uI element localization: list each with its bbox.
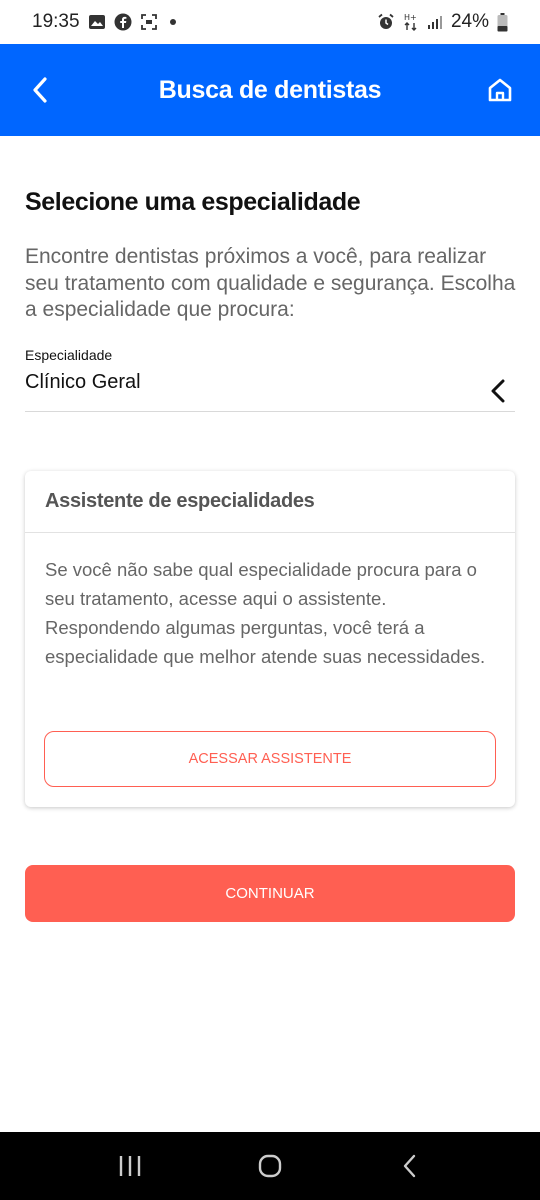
home-nav-button[interactable] <box>250 1146 290 1186</box>
recents-icon <box>119 1156 141 1176</box>
chevron-left-icon <box>33 77 47 103</box>
image-icon <box>88 14 106 30</box>
svg-text:H+: H+ <box>404 13 417 22</box>
intro-text: Encontre dentistas próximos a você, para… <box>25 245 516 321</box>
back-button[interactable] <box>22 72 58 108</box>
assistant-card: Assistente de especialidades Se você não… <box>25 471 515 807</box>
assistant-card-title: Assistente de especialidades <box>45 490 315 512</box>
access-assistant-button[interactable]: ACESSAR ASSISTENTE <box>44 731 496 787</box>
battery-icon <box>497 12 508 32</box>
chevron-left-icon <box>491 379 505 403</box>
facebook-icon <box>114 13 132 31</box>
page-title: Busca de dentistas <box>158 75 382 104</box>
continue-label: CONTINUAR <box>225 885 315 902</box>
continue-button[interactable]: CONTINUAR <box>25 865 515 922</box>
system-nav-bar <box>0 1132 540 1200</box>
section-title: Selecione uma especialidade <box>25 188 361 216</box>
signal-icon <box>427 14 443 30</box>
alarm-icon <box>377 13 395 31</box>
home-icon <box>488 78 512 102</box>
app-bar: Busca de dentistas <box>0 44 540 136</box>
dot-icon <box>169 19 176 25</box>
access-assistant-label: ACESSAR ASSISTENTE <box>188 751 352 767</box>
recents-button[interactable] <box>110 1146 150 1186</box>
assistant-card-body: Se você não sabe qual especialidade proc… <box>45 559 486 667</box>
status-right: H+ 24% <box>377 11 508 33</box>
screenshot-icon <box>140 13 158 31</box>
back-nav-button[interactable] <box>390 1146 430 1186</box>
status-bar: 19:35 H+ 24% <box>0 0 540 44</box>
home-circle-icon <box>258 1154 282 1178</box>
home-button[interactable] <box>482 72 518 108</box>
data-icon: H+ <box>403 12 419 32</box>
assistant-card-header: Assistente de especialidades <box>25 471 515 533</box>
back-icon <box>403 1154 416 1178</box>
specialty-value: Clínico Geral <box>25 371 141 393</box>
battery-percent: 24% <box>450 11 489 32</box>
status-time: 19:35 <box>32 11 80 32</box>
specialty-select[interactable]: Especialidade Clínico Geral <box>25 344 515 412</box>
specialty-label: Especialidade <box>25 347 113 363</box>
status-left: 19:35 <box>32 11 176 33</box>
